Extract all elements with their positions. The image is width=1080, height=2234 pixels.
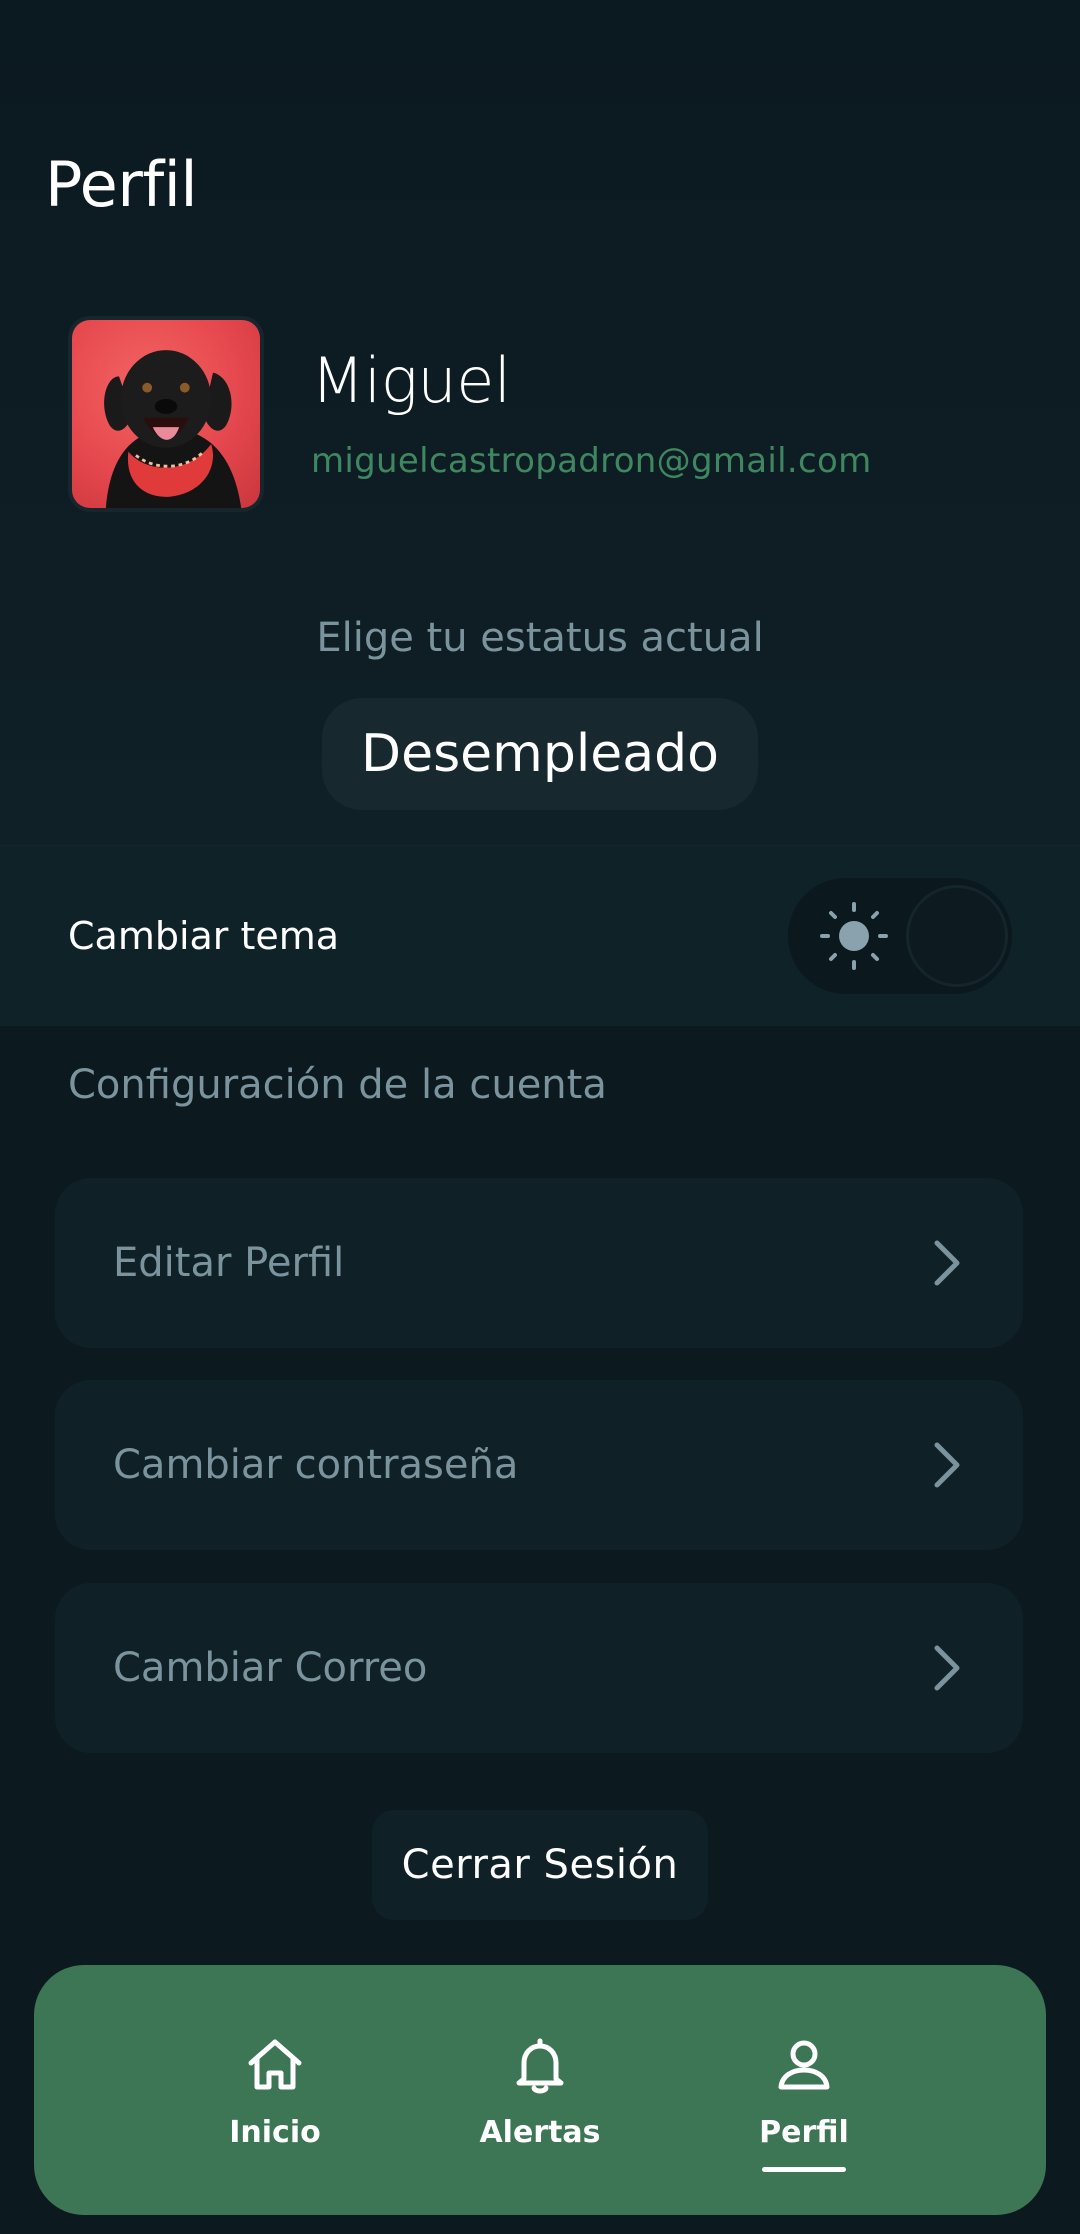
change-password-item[interactable]: Cambiar contraseña	[55, 1380, 1023, 1550]
menu-item-label: Editar Perfil	[113, 1240, 345, 1286]
page-title: Perfil	[45, 148, 198, 221]
status-label: Elige tu estatus actual	[316, 615, 764, 661]
active-tab-indicator	[762, 2167, 846, 2172]
menu-item-label: Cambiar Correo	[113, 1645, 428, 1691]
chevron-right-icon	[934, 1645, 960, 1691]
nav-item-inicio[interactable]: Inicio	[175, 1965, 375, 2215]
nav-label: Perfil	[759, 2115, 849, 2150]
home-icon	[248, 2039, 302, 2090]
nav-item-perfil[interactable]: Perfil	[704, 1965, 904, 2215]
logout-button[interactable]: Cerrar Sesión	[372, 1810, 708, 1920]
nav-label: Inicio	[229, 2115, 321, 2150]
chevron-right-icon	[934, 1442, 960, 1488]
change-email-item[interactable]: Cambiar Correo	[55, 1583, 1023, 1753]
avatar-photo	[72, 320, 260, 508]
menu-item-label: Cambiar contraseña	[113, 1442, 519, 1488]
chevron-right-icon	[934, 1240, 960, 1286]
sun-icon	[820, 902, 888, 970]
user-name: Miguel	[311, 344, 511, 417]
bottom-navigation: Inicio Alertas Perfil	[34, 1965, 1046, 2215]
nav-label: Alertas	[479, 2115, 601, 2150]
avatar[interactable]	[68, 316, 264, 512]
dog-photo-icon	[104, 350, 242, 508]
edit-profile-item[interactable]: Editar Perfil	[55, 1178, 1023, 1348]
theme-label: Cambiar tema	[68, 914, 340, 958]
account-settings-title: Configuración de la cuenta	[68, 1062, 607, 1108]
nav-item-alertas[interactable]: Alertas	[440, 1965, 640, 2215]
user-email: miguelcastropadron@gmail.com	[311, 441, 872, 481]
toggle-knob[interactable]	[906, 885, 1008, 987]
person-icon	[778, 2040, 830, 2090]
theme-toggle[interactable]	[788, 878, 1012, 994]
bell-icon	[516, 2038, 564, 2094]
status-select-button[interactable]: Desempleado	[322, 698, 758, 810]
